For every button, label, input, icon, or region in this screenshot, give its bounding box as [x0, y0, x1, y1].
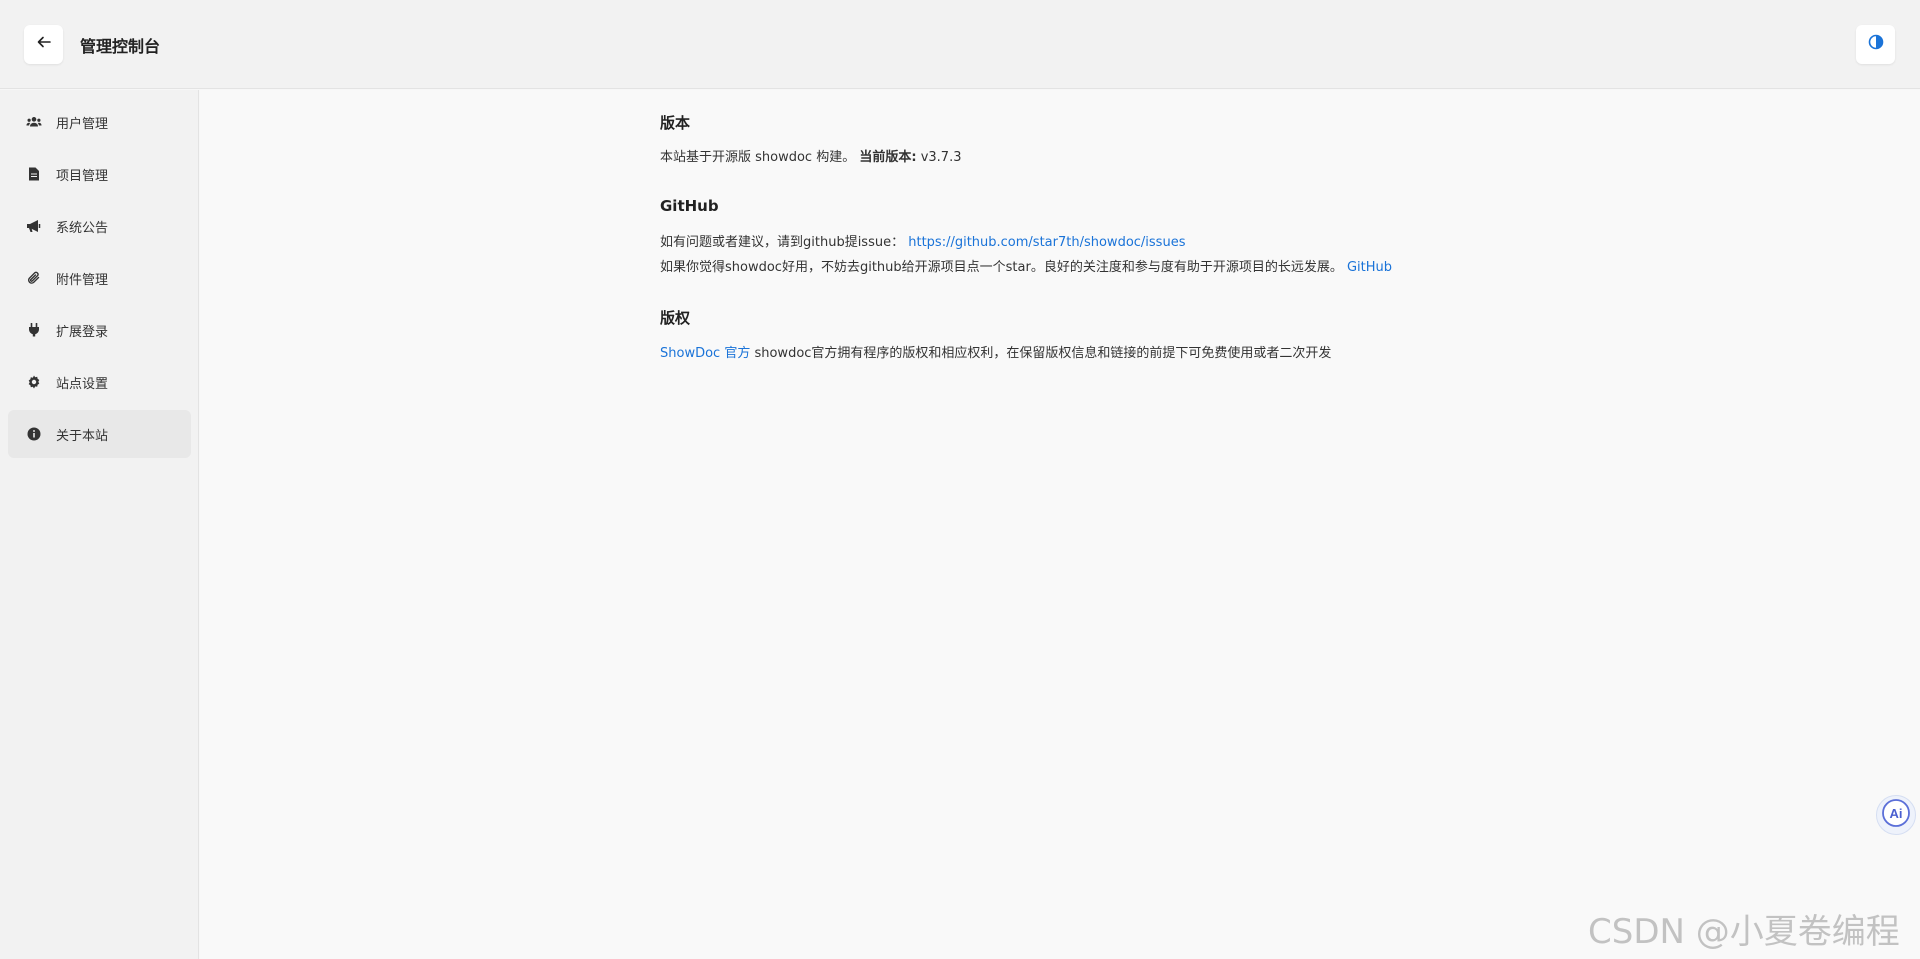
- megaphone-icon: [26, 218, 42, 234]
- sidebar-item-users[interactable]: 用户管理: [8, 98, 191, 146]
- github-star-line: 如果你觉得showdoc好用，不妨去github给开源项目点一个star。良好的…: [660, 256, 1392, 275]
- github-issue-line: 如有问题或者建议，请到github提issue： https://github.…: [660, 231, 1185, 250]
- back-button[interactable]: [24, 25, 63, 64]
- ai-icon: Ai: [1881, 798, 1911, 833]
- sidebar-item-label: 用户管理: [56, 116, 109, 132]
- plug-icon: [26, 322, 42, 338]
- arrow-left-icon: [37, 35, 51, 54]
- paperclip-icon: [26, 270, 42, 286]
- copyright-section-title: 版权: [660, 309, 691, 327]
- gear-icon: [26, 374, 42, 390]
- sidebar-item-label: 扩展登录: [56, 324, 109, 340]
- version-text: 本站基于开源版 showdoc 构建。: [660, 150, 856, 165]
- sidebar-item-label: 系统公告: [56, 220, 109, 236]
- github-issues-link[interactable]: https://github.com/star7th/showdoc/issue…: [908, 235, 1185, 250]
- sidebar-item-announcements[interactable]: 系统公告: [8, 202, 191, 250]
- ai-assistant-button[interactable]: Ai: [1876, 795, 1916, 835]
- sidebar-item-projects[interactable]: 项目管理: [8, 150, 191, 198]
- copyright-text: showdoc官方拥有程序的版权和相应权利，在保留版权信息和链接的前提下可免费使…: [754, 346, 1332, 361]
- watermark: CSDN @小夏卷编程: [1588, 912, 1900, 952]
- ai-label: Ai: [1890, 806, 1903, 821]
- contrast-icon: [1868, 34, 1884, 55]
- sidebar-item-ext-login[interactable]: 扩展登录: [8, 306, 191, 354]
- users-icon: [26, 114, 42, 130]
- current-version-value: v3.7.3: [920, 150, 962, 165]
- sidebar-item-label: 关于本站: [56, 428, 109, 444]
- showdoc-official-link[interactable]: ShowDoc 官方: [660, 346, 750, 361]
- sidebar-item-label: 站点设置: [56, 376, 109, 392]
- version-section-title: 版本: [660, 114, 691, 132]
- theme-toggle-button[interactable]: [1856, 25, 1895, 64]
- sidebar-item-label: 项目管理: [56, 168, 109, 184]
- copyright-line: ShowDoc 官方 showdoc官方拥有程序的版权和相应权利，在保留版权信息…: [660, 342, 1331, 361]
- github-link[interactable]: GitHub: [1347, 260, 1392, 275]
- info-icon: [26, 426, 42, 442]
- version-line: 本站基于开源版 showdoc 构建。 当前版本: v3.7.3: [660, 146, 961, 165]
- current-version-label: 当前版本:: [859, 150, 917, 165]
- sidebar-item-about[interactable]: 关于本站: [8, 410, 191, 458]
- github-issue-text: 如有问题或者建议，请到github提issue：: [660, 235, 905, 250]
- file-icon: [26, 166, 42, 182]
- main-content: 版本 本站基于开源版 showdoc 构建。 当前版本: v3.7.3 GitH…: [200, 90, 1920, 959]
- sidebar-item-site-settings[interactable]: 站点设置: [8, 358, 191, 406]
- sidebar-item-attachments[interactable]: 附件管理: [8, 254, 191, 302]
- sidebar-item-label: 附件管理: [56, 272, 109, 288]
- github-section-title: GitHub: [660, 197, 719, 215]
- page-title: 管理控制台: [80, 37, 161, 56]
- top-header: 管理控制台: [0, 0, 1920, 89]
- github-star-text: 如果你觉得showdoc好用，不妨去github给开源项目点一个star。良好的…: [660, 260, 1343, 275]
- sidebar: 用户管理 项目管理 系统公告 附件管理 扩展登录 站点设置 关于本站: [0, 90, 199, 959]
